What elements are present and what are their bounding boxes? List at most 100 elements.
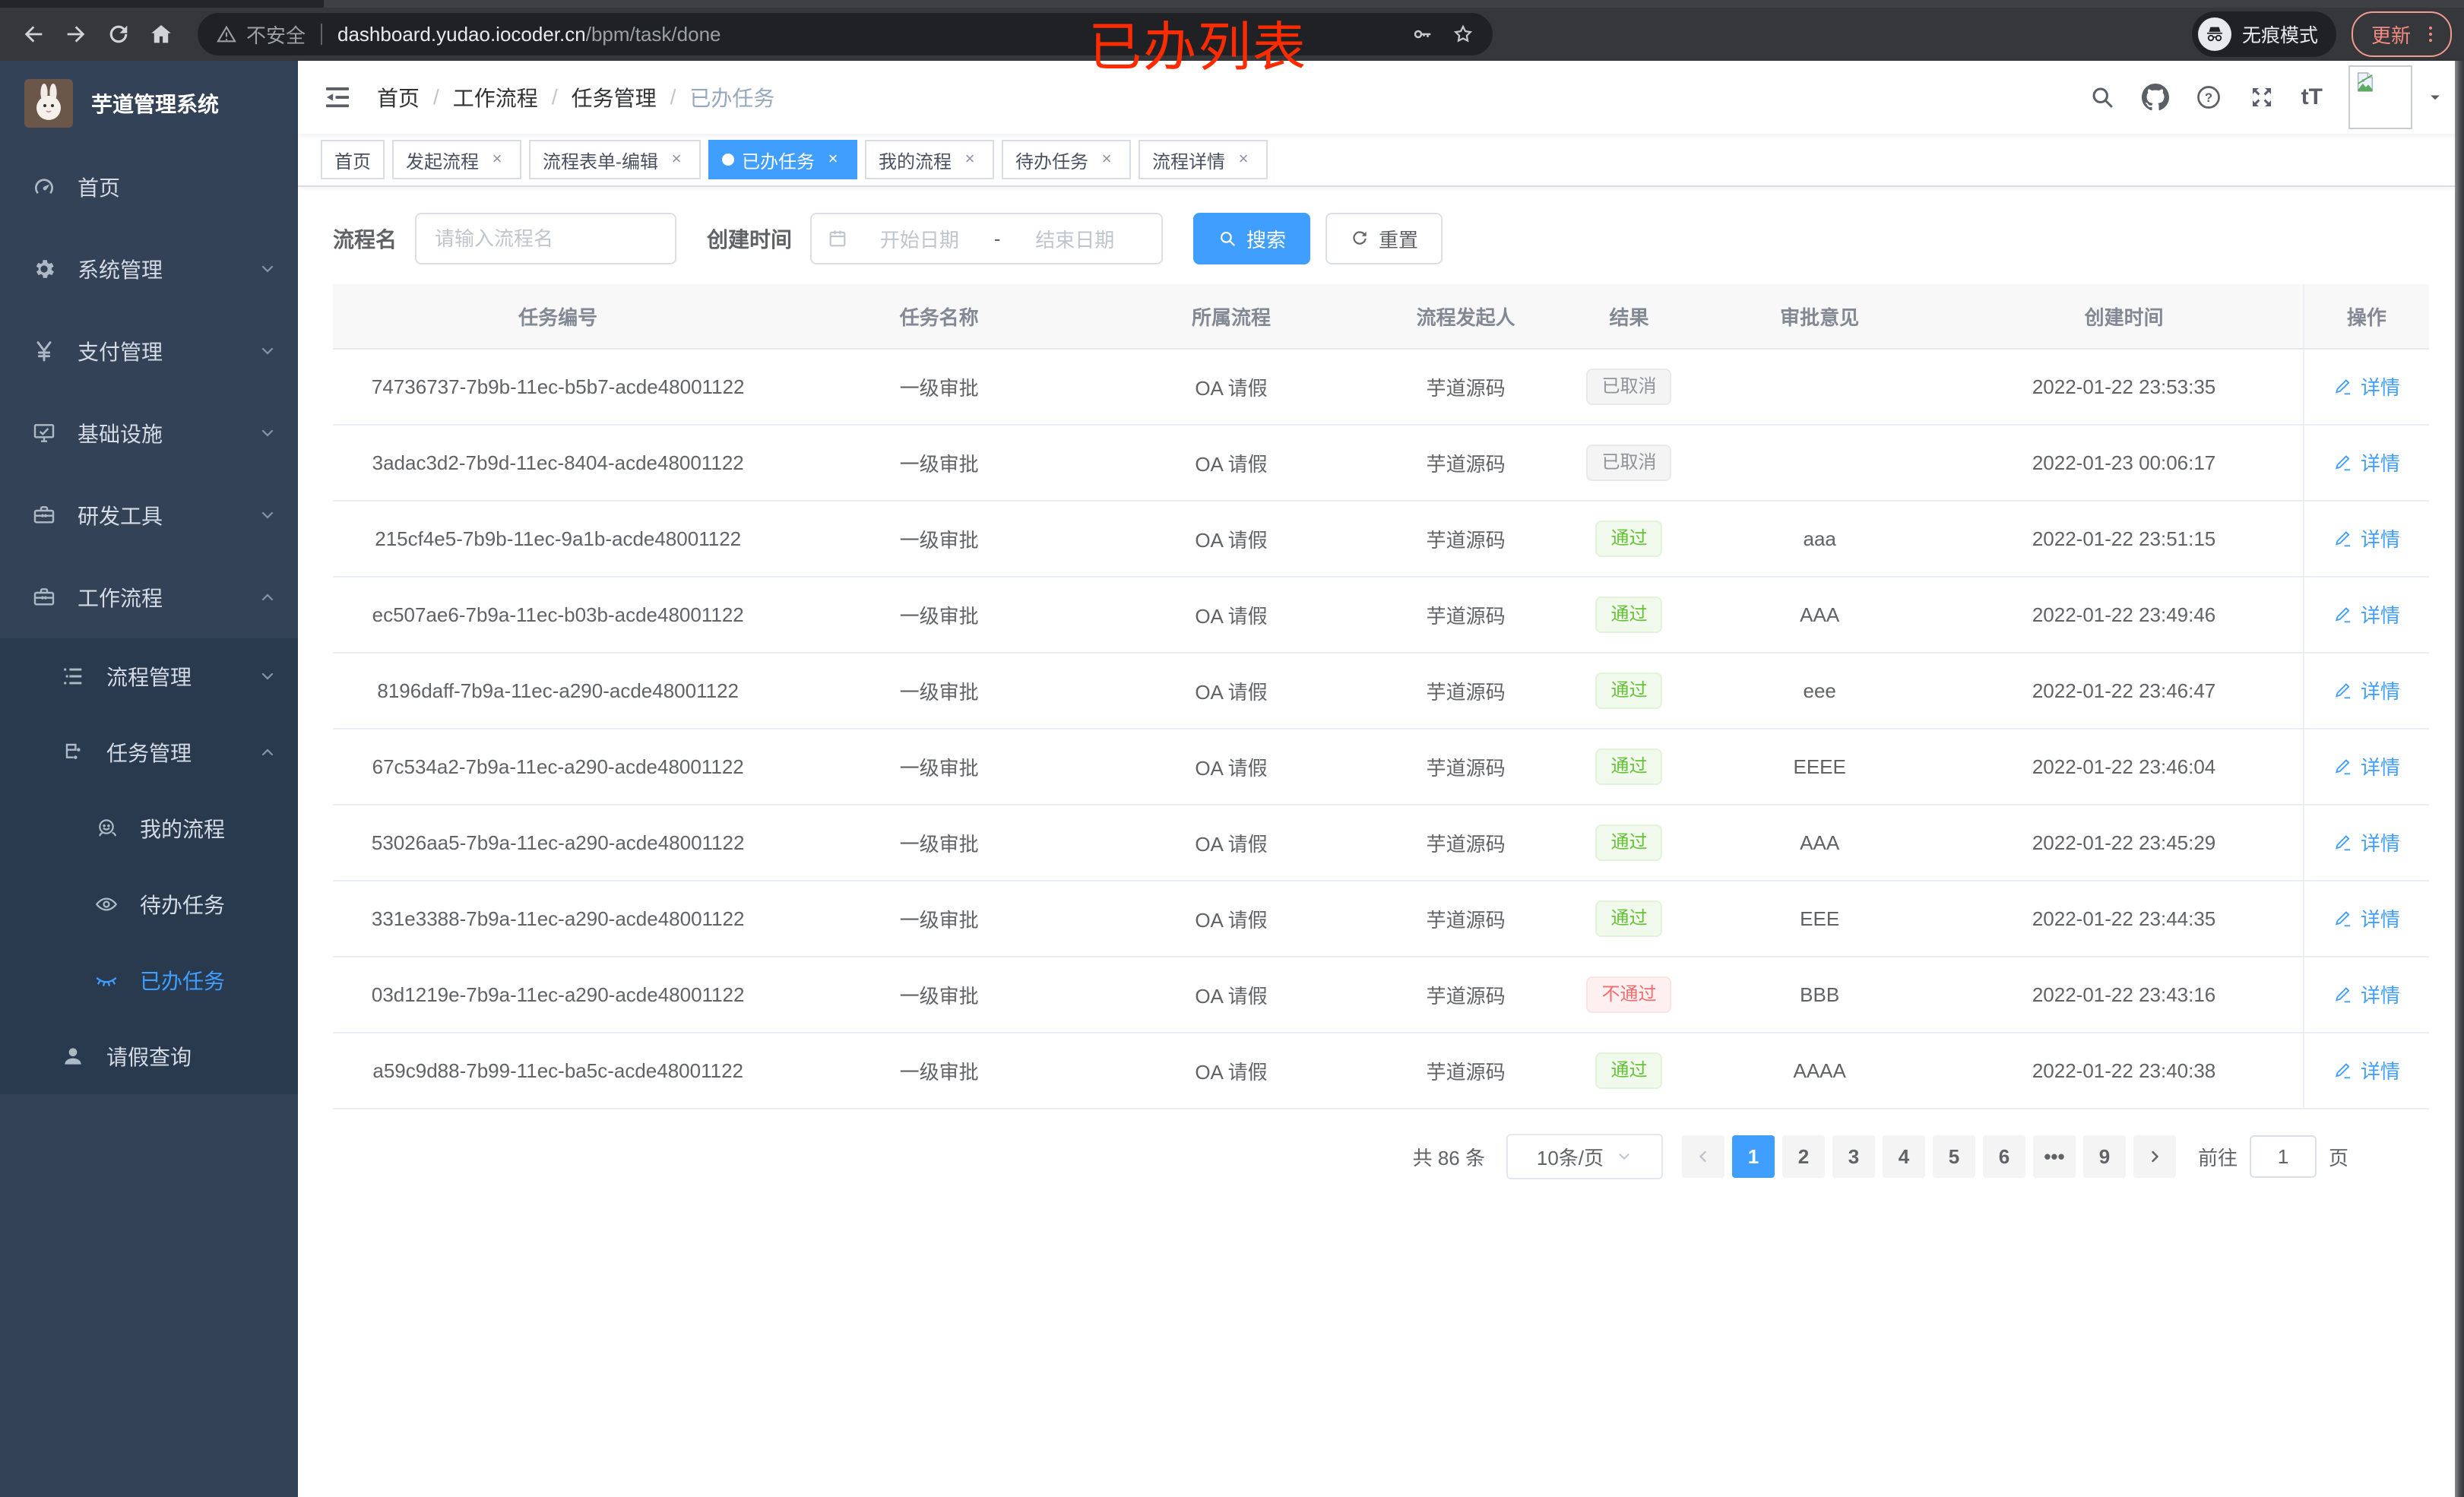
avatar-caret-down-icon[interactable] xyxy=(2428,90,2443,105)
reset-button[interactable]: 重置 xyxy=(1325,213,1443,264)
cell-result: 通过 xyxy=(1564,577,1694,654)
date-range-picker[interactable]: 开始日期 - 结束日期 xyxy=(810,213,1164,264)
detail-link[interactable]: 详情 xyxy=(2333,904,2400,932)
cell-opinion: AAA xyxy=(1693,577,1946,654)
eye-open-icon xyxy=(94,892,119,916)
page-button-2[interactable]: 2 xyxy=(1781,1135,1825,1178)
sidebar-item-system[interactable]: 系统管理 xyxy=(0,228,298,310)
github-icon[interactable] xyxy=(2141,84,2169,111)
edit-icon xyxy=(2333,1060,2353,1080)
menu-dots-icon[interactable] xyxy=(2420,24,2441,45)
tab-close-icon[interactable]: × xyxy=(1096,149,1117,170)
sidebar-item-my-process[interactable]: 我的流程 xyxy=(0,790,298,866)
prev-page-button[interactable] xyxy=(1681,1135,1724,1178)
page-button-3[interactable]: 3 xyxy=(1832,1135,1875,1178)
goto-page-input[interactable] xyxy=(2249,1135,2317,1178)
cell-process: OA 请假 xyxy=(1094,957,1368,1033)
page-button-1[interactable]: 1 xyxy=(1731,1135,1775,1178)
tab-close-icon[interactable]: × xyxy=(666,149,687,170)
browser-reload-button[interactable] xyxy=(97,13,140,55)
detail-link[interactable]: 详情 xyxy=(2333,828,2400,856)
page-size-select[interactable]: 10条/页 xyxy=(1506,1134,1663,1179)
detail-link[interactable]: 详情 xyxy=(2333,600,2400,628)
sidebar-item-leave-query[interactable]: 请假查询 xyxy=(0,1018,298,1094)
browser-back-button[interactable] xyxy=(12,13,55,55)
detail-link[interactable]: 详情 xyxy=(2333,448,2400,476)
sidebar-item-infrastructure[interactable]: 基础设施 xyxy=(0,392,298,474)
toolbox-icon xyxy=(32,503,56,527)
detail-link[interactable]: 详情 xyxy=(2333,372,2400,400)
sidebar-logo[interactable]: 芋道管理系统 xyxy=(0,61,298,146)
tab-done-tasks[interactable]: 已办任务 × xyxy=(708,140,857,179)
tab-todo-tasks[interactable]: 待办任务 × xyxy=(1002,140,1131,179)
tab-close-icon[interactable]: × xyxy=(822,149,844,170)
detail-link[interactable]: 详情 xyxy=(2333,1056,2400,1084)
sidebar-collapse-button[interactable] xyxy=(322,82,353,112)
cell-process: OA 请假 xyxy=(1094,349,1368,426)
cell-task-id: 3adac3d2-7b9d-11ec-8404-acde48001122 xyxy=(333,425,784,502)
browser-home-button[interactable] xyxy=(140,13,182,55)
table-header-row: 任务编号 任务名称 所属流程 流程发起人 结果 审批意见 创建时间 操作 xyxy=(333,284,2429,350)
detail-link[interactable]: 详情 xyxy=(2333,980,2400,1008)
breadcrumb-home[interactable]: 首页 xyxy=(377,82,420,112)
tab-start-process[interactable]: 发起流程 × xyxy=(392,140,521,179)
sidebar-item-home[interactable]: 首页 xyxy=(0,146,298,228)
cell-process: OA 请假 xyxy=(1094,805,1368,881)
tab-process-detail[interactable]: 流程详情 × xyxy=(1139,140,1268,179)
cell-task-id: 331e3388-7b9a-11ec-a290-acde48001122 xyxy=(333,881,784,957)
user-icon xyxy=(61,1044,85,1068)
cell-opinion xyxy=(1693,349,1946,426)
tab-my-process[interactable]: 我的流程 × xyxy=(865,140,994,179)
back-icon xyxy=(21,21,46,47)
help-icon[interactable]: ? xyxy=(2195,84,2222,111)
cell-actions: 详情 xyxy=(2302,653,2429,730)
detail-link[interactable]: 详情 xyxy=(2333,676,2400,704)
tab-close-icon[interactable]: × xyxy=(1233,149,1254,170)
tab-close-icon[interactable]: × xyxy=(486,149,508,170)
edit-icon xyxy=(2333,604,2353,624)
cell-starter: 芋道源码 xyxy=(1367,1033,1565,1109)
chevron-left-icon xyxy=(1694,1147,1712,1166)
breadcrumb-workflow[interactable]: 工作流程 xyxy=(453,82,538,112)
sidebar-item-task-mgmt[interactable]: 任务管理 xyxy=(0,714,298,790)
sidebar-item-todo-tasks[interactable]: 待办任务 xyxy=(0,866,298,942)
search-button[interactable]: 搜索 xyxy=(1193,213,1311,264)
page-button-4[interactable]: 4 xyxy=(1882,1135,1925,1178)
more-pages-button[interactable]: ••• xyxy=(2032,1135,2076,1178)
page-button-9[interactable]: 9 xyxy=(2082,1135,2126,1178)
page-button-5[interactable]: 5 xyxy=(1932,1135,1975,1178)
sidebar-item-dev-tools[interactable]: 研发工具 xyxy=(0,474,298,556)
detail-link[interactable]: 详情 xyxy=(2333,752,2400,780)
sidebar-item-done-tasks[interactable]: 已办任务 xyxy=(0,942,298,1018)
breadcrumb-task-mgmt[interactable]: 任务管理 xyxy=(572,82,657,112)
next-page-button[interactable] xyxy=(2133,1135,2176,1178)
not-secure-warning-icon xyxy=(216,24,237,45)
detail-link[interactable]: 详情 xyxy=(2333,524,2400,552)
done-task-table: 任务编号 任务名称 所属流程 流程发起人 结果 审批意见 创建时间 操作 74736737-7… xyxy=(333,284,2429,1109)
cell-create-time: 2022-01-23 00:06:17 xyxy=(1945,425,2304,502)
breadcrumb: 首页 / 工作流程 / 任务管理 / 已办任务 xyxy=(377,82,774,112)
detail-label: 详情 xyxy=(2360,527,2400,551)
tab-form-edit[interactable]: 流程表单-编辑 × xyxy=(529,140,701,179)
cell-task-name: 一级审批 xyxy=(783,577,1095,654)
sidebar-item-process-mgmt[interactable]: 流程管理 xyxy=(0,638,298,714)
cell-task-name: 一级审批 xyxy=(783,805,1095,881)
font-size-icon[interactable]: tT xyxy=(2301,84,2323,110)
table-row: 331e3388-7b9a-11ec-a290-acde48001122 一级审批… xyxy=(333,881,2429,957)
cell-opinion: EEE xyxy=(1693,881,1946,957)
page-button-6[interactable]: 6 xyxy=(1982,1135,2025,1178)
tab-home[interactable]: 首页 xyxy=(321,140,385,179)
tab-close-icon[interactable]: × xyxy=(959,149,980,170)
browser-forward-button[interactable] xyxy=(55,13,97,55)
tab-label: 流程表单-编辑 xyxy=(543,151,658,172)
search-icon[interactable] xyxy=(2089,84,2116,111)
avatar[interactable] xyxy=(2348,65,2412,129)
page-scrollbar[interactable] xyxy=(2455,61,2464,1497)
sidebar-item-workflow[interactable]: 工作流程 xyxy=(0,556,298,638)
password-key-icon[interactable] xyxy=(1411,23,1433,46)
bookmark-star-icon[interactable] xyxy=(1452,23,1474,46)
process-name-input[interactable] xyxy=(415,213,677,264)
sidebar-item-payment[interactable]: 支付管理 xyxy=(0,310,298,392)
fullscreen-icon[interactable] xyxy=(2248,84,2276,111)
browser-update-button[interactable]: 更新 xyxy=(2351,11,2452,57)
